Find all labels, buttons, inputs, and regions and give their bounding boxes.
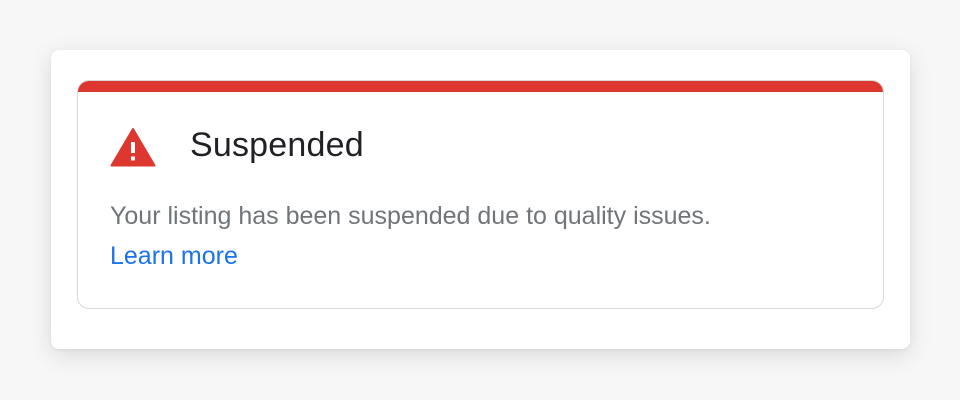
learn-more-link[interactable]: Learn more xyxy=(110,241,238,271)
status-color-bar xyxy=(78,81,883,92)
warning-triangle-icon xyxy=(110,128,156,167)
status-title: Suspended xyxy=(190,126,364,164)
notification-panel: Suspended Your listing has been suspende… xyxy=(51,50,910,349)
suspended-status-card: Suspended Your listing has been suspende… xyxy=(77,80,884,309)
status-message: Your listing has been suspended due to q… xyxy=(110,202,711,230)
